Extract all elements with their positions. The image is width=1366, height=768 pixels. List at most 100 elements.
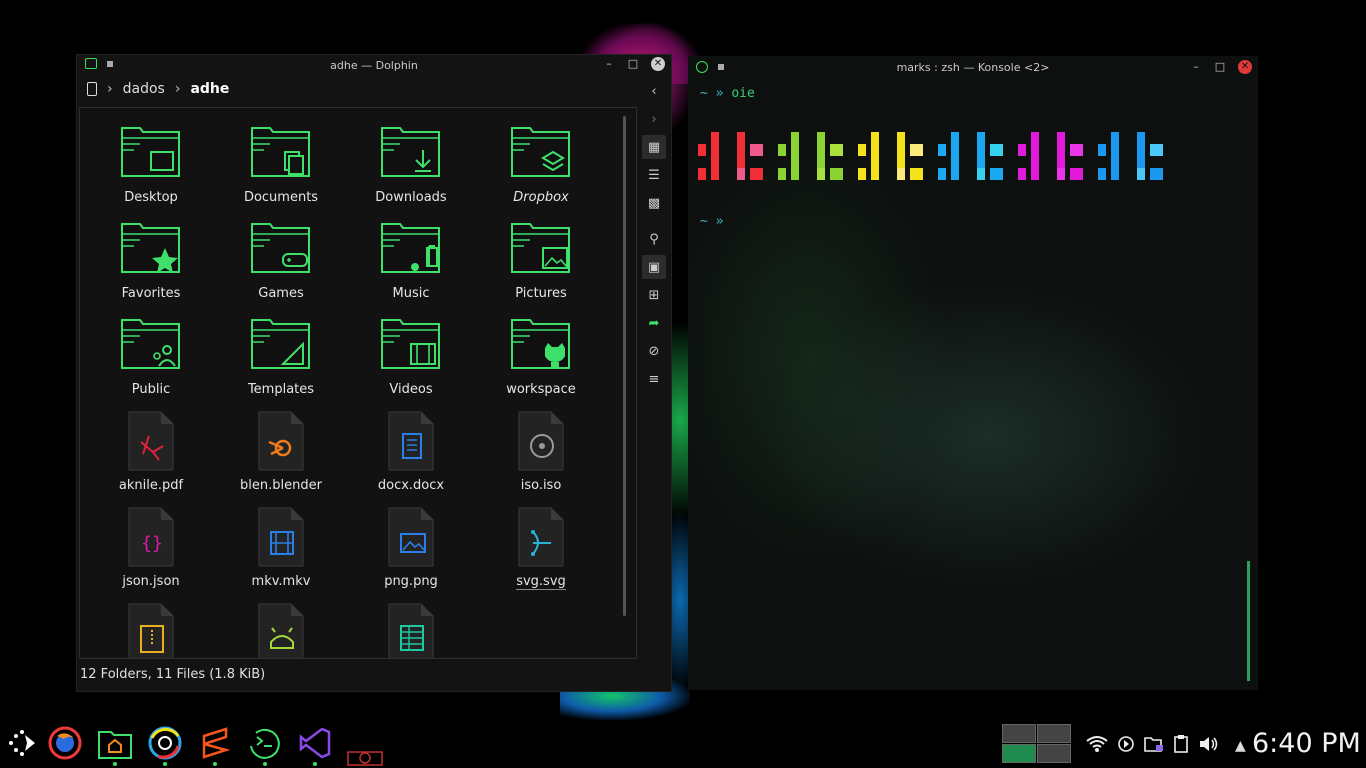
close-icon[interactable]: ✕ bbox=[651, 57, 665, 71]
wifi-icon[interactable] bbox=[1086, 735, 1108, 757]
command-text: oie bbox=[731, 86, 755, 101]
sublime-icon[interactable] bbox=[196, 724, 234, 766]
expand-icon[interactable]: ▲ bbox=[1235, 738, 1246, 754]
close-icon[interactable]: ✕ bbox=[1238, 60, 1252, 74]
breadcrumb-current[interactable]: adhe bbox=[190, 81, 229, 97]
maximize-icon[interactable]: □ bbox=[627, 58, 639, 70]
launcher-icon[interactable] bbox=[2, 724, 40, 762]
folder-item[interactable]: Videos bbox=[346, 314, 476, 410]
search-icon[interactable]: ⚲ bbox=[642, 227, 666, 251]
details-view-icon[interactable]: ☰ bbox=[642, 163, 666, 187]
terminal-prompt-line[interactable]: ~ » bbox=[700, 214, 723, 229]
file-manager-icon[interactable] bbox=[96, 724, 134, 766]
item-label: blen.blender bbox=[240, 478, 322, 493]
file-item[interactable]: svg.svg bbox=[476, 506, 606, 602]
folder-icon bbox=[379, 122, 443, 188]
menu-icon[interactable]: ≡ bbox=[642, 367, 666, 391]
terminal-output[interactable]: ~ » oie bbox=[700, 86, 755, 101]
vscode-icon[interactable] bbox=[296, 724, 334, 766]
folder-icon bbox=[249, 314, 313, 380]
file-item[interactable]: png.png bbox=[346, 506, 476, 602]
folder-item[interactable]: Downloads bbox=[346, 122, 476, 218]
file-item[interactable]: iso.iso bbox=[476, 410, 606, 506]
clipboard-icon[interactable] bbox=[1173, 734, 1189, 758]
volume-icon[interactable] bbox=[1198, 735, 1220, 757]
app-icon[interactable] bbox=[346, 746, 384, 768]
breadcrumb-item[interactable]: dados bbox=[123, 81, 165, 97]
maximize-icon[interactable]: □ bbox=[1214, 61, 1226, 73]
color-block bbox=[938, 132, 1003, 182]
folder-item[interactable]: Games bbox=[216, 218, 346, 314]
android-icon bbox=[249, 602, 313, 658]
chevron-right-icon: › bbox=[174, 81, 181, 97]
hidden-files-icon[interactable]: ⊘ bbox=[642, 339, 666, 363]
file-item[interactable]: mkv.mkv bbox=[216, 506, 346, 602]
color-block bbox=[1098, 132, 1163, 182]
forward-icon[interactable]: › bbox=[642, 107, 666, 131]
item-label: Documents bbox=[243, 190, 319, 205]
clock[interactable]: 6:40 PM bbox=[1252, 728, 1361, 759]
preview-icon[interactable]: ▣ bbox=[642, 255, 666, 279]
file-item[interactable] bbox=[216, 602, 346, 658]
chromium-icon[interactable] bbox=[146, 724, 184, 766]
item-label: aknile.pdf bbox=[118, 478, 184, 493]
file-item[interactable] bbox=[346, 602, 476, 658]
desktop-3[interactable] bbox=[1002, 744, 1036, 763]
folder-icon bbox=[119, 218, 183, 284]
file-item[interactable] bbox=[86, 602, 216, 658]
folder-item[interactable]: Favorites bbox=[86, 218, 216, 314]
svg-text:{}: {} bbox=[141, 533, 163, 554]
dolphin-side-toolbar: ‹ › ▦ ☰ ▩ ⚲ ▣ ⊞ ➦ ⊘ ≡ bbox=[639, 77, 669, 417]
terminal-icon[interactable] bbox=[246, 724, 284, 766]
new-tab-icon[interactable]: ⊞ bbox=[642, 283, 666, 307]
file-item[interactable]: aknile.pdf bbox=[86, 410, 216, 506]
folder-item[interactable]: Music bbox=[346, 218, 476, 314]
running-indicator bbox=[313, 762, 317, 766]
folder-item[interactable]: Public bbox=[86, 314, 216, 410]
folder-icon bbox=[249, 218, 313, 284]
item-label: mkv.mkv bbox=[251, 574, 311, 589]
folder-item[interactable]: Desktop bbox=[86, 122, 216, 218]
dolphin-titlebar[interactable]: adhe — Dolphin – □ ✕ bbox=[77, 55, 671, 75]
item-label: Games bbox=[258, 286, 304, 301]
folder-lock-icon[interactable] bbox=[1144, 735, 1164, 757]
color-block bbox=[778, 132, 843, 182]
chevron-right-icon: › bbox=[107, 81, 113, 97]
folder-item[interactable]: Dropbox bbox=[476, 122, 606, 218]
item-label: Favorites bbox=[121, 286, 181, 301]
folder-icon bbox=[509, 122, 573, 188]
vertical-scrollbar[interactable] bbox=[623, 116, 626, 616]
folder-item[interactable]: Templates bbox=[216, 314, 346, 410]
minimize-icon[interactable]: – bbox=[603, 58, 615, 70]
image-icon bbox=[379, 506, 443, 572]
folder-icon bbox=[249, 122, 313, 188]
folder-item[interactable]: workspace bbox=[476, 314, 606, 410]
desktop-4[interactable] bbox=[1037, 744, 1071, 763]
folder-item[interactable]: Pictures bbox=[476, 218, 606, 314]
panel-view-icon[interactable]: ▦ bbox=[642, 135, 666, 159]
folder-item[interactable]: Documents bbox=[216, 122, 346, 218]
file-item[interactable]: docx.docx bbox=[346, 410, 476, 506]
item-label: svg.svg bbox=[516, 574, 566, 590]
media-icon[interactable] bbox=[1117, 735, 1135, 757]
file-view[interactable]: Desktop Documents Downloads Dropbox Favorite… bbox=[79, 107, 637, 659]
compact-view-icon[interactable]: ▩ bbox=[642, 191, 666, 215]
konsole-titlebar[interactable]: marks : zsh — Konsole <2> – □ ✕ bbox=[688, 56, 1258, 78]
item-label: Public bbox=[131, 382, 171, 397]
item-label: Templates bbox=[247, 382, 315, 397]
vertical-scrollbar[interactable] bbox=[1247, 561, 1250, 681]
json-icon: {} bbox=[119, 506, 183, 572]
back-icon[interactable]: ‹ bbox=[642, 79, 666, 103]
device-icon[interactable] bbox=[87, 82, 97, 96]
file-item[interactable]: blen.blender bbox=[216, 410, 346, 506]
minimize-icon[interactable]: – bbox=[1190, 61, 1202, 73]
file-item[interactable]: {} json.json bbox=[86, 506, 216, 602]
terminal-icon[interactable]: ➦ bbox=[642, 311, 666, 335]
firefox-icon[interactable] bbox=[46, 724, 84, 762]
desktop-2[interactable] bbox=[1037, 724, 1071, 743]
vector-icon bbox=[509, 506, 573, 572]
running-indicator bbox=[163, 762, 167, 766]
item-label: Dropbox bbox=[513, 190, 569, 205]
window-title: adhe — Dolphin bbox=[330, 59, 418, 72]
desktop-1[interactable] bbox=[1002, 724, 1036, 743]
